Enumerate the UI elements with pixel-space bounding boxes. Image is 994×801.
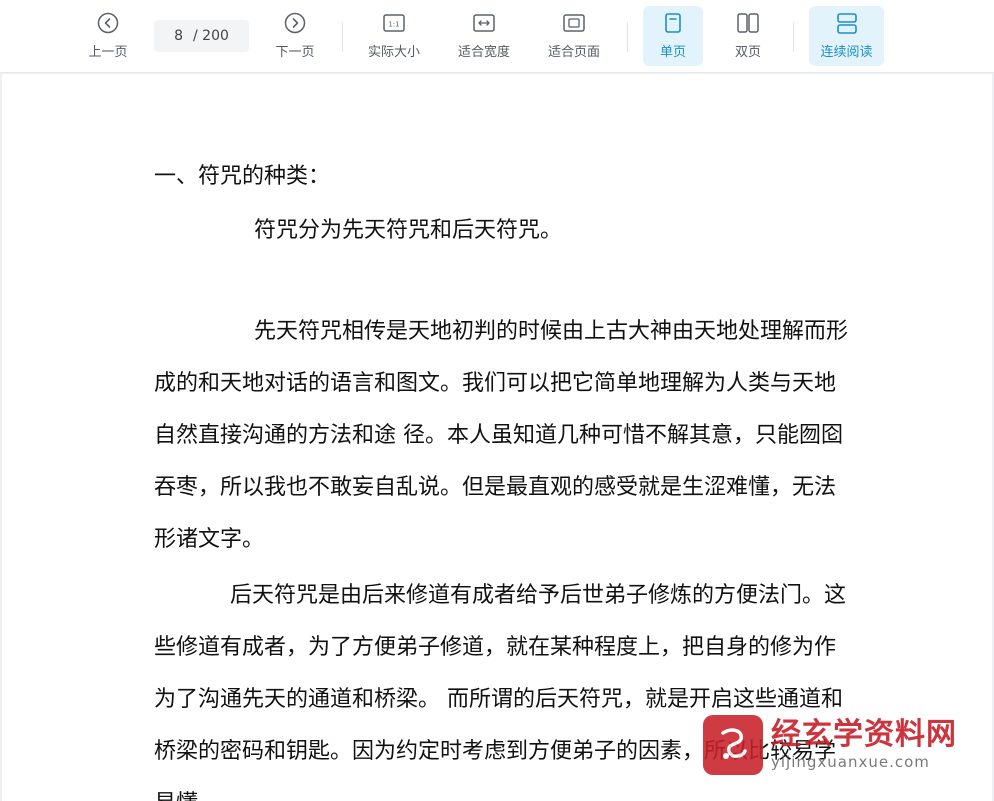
reader-toolbar: 上一页 8 / 200 下一页 1:1 实际大小 适合宽度 适合页面 单页 双页… (0, 0, 994, 73)
fit-page-label: 适合页面 (547, 45, 600, 60)
prev-page-button[interactable]: 上一页 (78, 6, 138, 66)
fit-page-button[interactable]: 适合页面 (538, 6, 610, 66)
double-page-label: 双页 (734, 45, 761, 60)
single-page-button[interactable]: 单页 (643, 6, 703, 66)
continuous-scroll-icon (835, 11, 859, 35)
toolbar-divider (342, 22, 343, 52)
toolbar-divider (793, 22, 794, 52)
section-heading: 一、符咒的种类： (154, 164, 331, 189)
document-body: 一、符咒的种类： 符咒分为先天符咒和后天符咒。 先天符咒相传是天地初判的时候由上… (154, 162, 854, 801)
actual-size-label: 实际大小 (367, 45, 420, 60)
continuous-reading-button[interactable]: 连续阅读 (809, 6, 884, 66)
document-page: 一、符咒的种类： 符咒分为先天符咒和后天符咒。 先天符咒相传是天地初判的时候由上… (2, 74, 992, 801)
watermark-logo-icon (703, 715, 763, 775)
single-page-icon (661, 11, 685, 35)
current-page-value[interactable]: 8 (174, 28, 183, 44)
single-page-label: 单页 (659, 45, 686, 60)
fit-width-label: 适合宽度 (457, 45, 510, 60)
chevron-right-circle-icon (283, 11, 307, 35)
prev-page-label: 上一页 (88, 45, 128, 60)
next-page-button[interactable]: 下一页 (265, 6, 325, 66)
continuous-reading-label: 连续阅读 (820, 45, 873, 60)
toolbar-divider (627, 22, 628, 52)
next-page-label: 下一页 (275, 45, 315, 60)
page-number-input[interactable]: 8 / 200 (154, 20, 249, 52)
svg-text:1:1: 1:1 (388, 21, 399, 29)
fit-width-button[interactable]: 适合宽度 (448, 6, 520, 66)
site-watermark: 经玄学资料网 yijingxuanxue.com (703, 711, 973, 779)
paragraph-innate-talismans: 先天符咒相传是天地初判的时候由上古大神由天地处理解而形成的和天地对话的语言和图文… (154, 319, 849, 552)
double-page-icon (736, 11, 760, 35)
chevron-left-circle-icon (96, 11, 120, 35)
fit-page-icon (562, 11, 586, 35)
fit-width-icon (472, 11, 496, 35)
watermark-title: 经玄学资料网 (771, 717, 957, 752)
actual-size-button[interactable]: 1:1 实际大小 (358, 6, 430, 66)
watermark-url: yijingxuanxue.com (771, 753, 930, 771)
double-page-button[interactable]: 双页 (718, 6, 778, 66)
total-pages: / 200 (193, 28, 229, 44)
intro-line: 符咒分为先天符咒和后天符咒。 (254, 218, 563, 243)
one-to-one-icon: 1:1 (382, 11, 406, 35)
